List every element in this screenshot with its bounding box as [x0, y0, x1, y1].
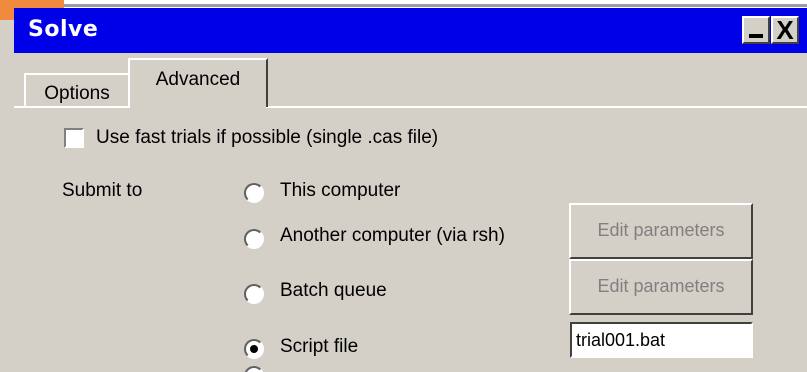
tab-advanced[interactable]: Advanced — [128, 58, 268, 107]
script-file-label[interactable]: Script file — [280, 336, 358, 358]
edit-parameters-batch-button[interactable]: Edit parameters — [569, 259, 753, 315]
tab-strip-line — [266, 106, 807, 108]
clipped-radio — [244, 366, 264, 372]
batch-queue-label[interactable]: Batch queue — [280, 280, 387, 302]
fast-trials-checkbox[interactable] — [64, 128, 84, 148]
fast-trials-label[interactable]: Use fast trials if possible (single .cas… — [96, 127, 438, 149]
another-computer-label[interactable]: Another computer (via rsh) — [280, 225, 505, 247]
close-icon: X — [776, 15, 794, 45]
tab-advanced-label: Advanced — [155, 69, 241, 90]
solve-dialog: Solve X Options Advanced Use fast trials… — [14, 8, 807, 372]
clipped-row-label — [38, 367, 158, 372]
edit-parameters-label: Edit parameters — [597, 276, 725, 296]
this-computer-label[interactable]: This computer — [280, 180, 400, 202]
edit-parameters-rsh-button[interactable]: Edit parameters — [569, 203, 753, 259]
title-bar[interactable]: Solve X — [14, 8, 807, 53]
window-title: Solve — [28, 17, 99, 42]
minimize-button[interactable] — [742, 16, 770, 44]
radio-another-computer[interactable] — [244, 229, 264, 249]
radio-script-file[interactable] — [244, 339, 264, 359]
script-file-input[interactable]: trial001.bat — [570, 322, 753, 358]
radio-selected-dot — [250, 345, 258, 353]
clipped-radio-button — [244, 366, 264, 372]
close-button[interactable]: X — [771, 16, 799, 44]
tab-options[interactable]: Options — [24, 73, 130, 106]
radio-batch-queue[interactable] — [244, 284, 264, 304]
edit-parameters-label: Edit parameters — [597, 220, 725, 240]
submit-to-label: Submit to — [62, 180, 143, 201]
minimize-icon — [749, 34, 763, 38]
tab-strip-line — [14, 106, 130, 108]
tab-options-label: Options — [44, 83, 110, 104]
radio-this-computer[interactable] — [244, 183, 264, 203]
desktop-divider — [0, 4, 807, 7]
